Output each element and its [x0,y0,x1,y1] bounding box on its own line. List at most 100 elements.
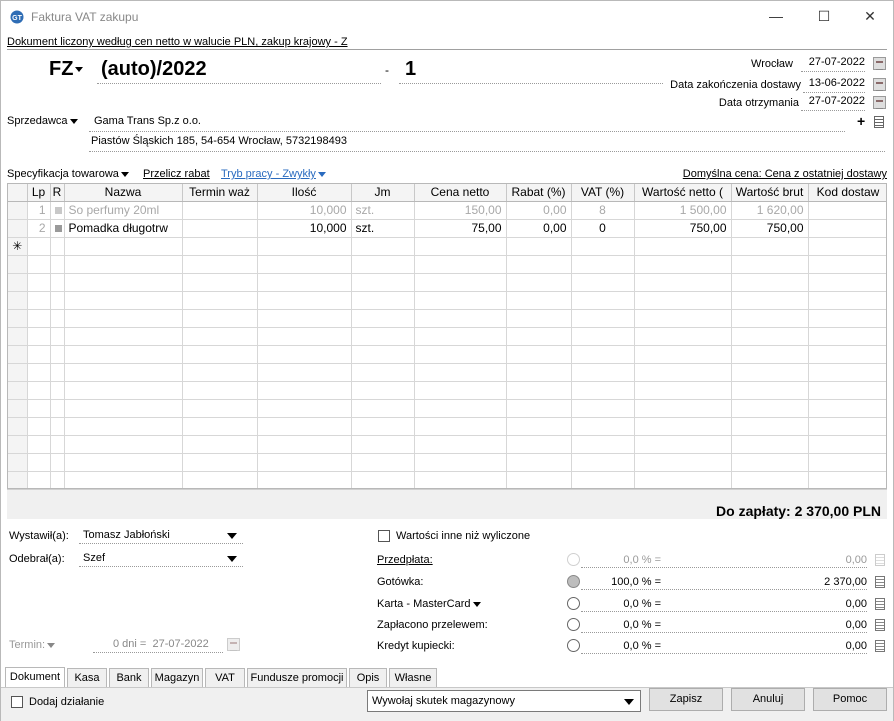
other-values-checkbox[interactable] [378,530,390,542]
column-header-name[interactable]: Nazwa [64,184,183,202]
items-grid[interactable]: Lp R Nazwa Termin waż Ilość Jm Cena nett… [7,183,887,489]
cash-label: Gotówka: [377,576,424,588]
tab-document[interactable]: Dokument [5,667,65,687]
calendar-icon [227,638,240,651]
cancel-button[interactable]: Anuluj [731,688,805,711]
delivery-date-label: Data zakończenia dostawy [670,79,801,91]
calculator-icon [875,554,885,566]
close-button[interactable]: ✕ [847,1,893,32]
save-button[interactable]: Zapisz [649,688,723,711]
trade-credit-value[interactable]: 0,00 [781,640,867,652]
new-row-icon: ✳ [8,237,28,256]
window-title: Faktura VAT zakupu [31,10,139,24]
title-bar: GT Faktura VAT zakupu — ☐ ✕ [1,1,893,33]
transfer-label: Zapłacono przelewem: [377,619,488,631]
received-date-label: Data otrzymania [718,97,799,109]
transfer-radio[interactable] [567,618,580,631]
column-header-lp[interactable]: Lp [27,184,51,202]
column-header-discount[interactable]: Rabat (%) [506,184,572,202]
chevron-down-icon [227,556,237,562]
calculator-icon[interactable] [875,598,885,610]
column-header-r[interactable]: R [50,184,65,202]
seller-dropdown[interactable]: Sprzedawca [7,115,78,127]
tab-vat[interactable]: VAT [205,668,245,687]
amount-due: Do zapłaty: 2 370,00 PLN [716,503,881,519]
recalc-discount-link[interactable]: Przelicz rabat [143,168,210,180]
number-suffix-field[interactable]: 1 [399,58,663,84]
received-by-combo[interactable]: Szef [79,549,243,567]
prepayment-label[interactable]: Przedpłata: [377,554,433,566]
tab-description[interactable]: Opis [349,668,387,687]
other-values-label: Wartości inne niż wyliczone [396,530,531,542]
column-header-net-price[interactable]: Cena netto [414,184,507,202]
chevron-down-icon [120,171,129,177]
column-header-vat[interactable]: VAT (%) [571,184,635,202]
card-value[interactable]: 0,00 [781,598,867,610]
invoice-window: GT Faktura VAT zakupu — ☐ ✕ Dokument lic… [0,0,894,721]
document-number-field[interactable]: (auto)/2022 [97,58,381,84]
add-action-label: Dodaj działanie [29,696,105,708]
column-header-delivery-code[interactable]: Kod dostaw [808,184,886,202]
cash-value[interactable]: 2 370,00 [781,576,867,588]
card-dropdown[interactable]: Karta - MasterCard [377,598,481,610]
column-header-net-value[interactable]: Wartość netto ( [634,184,732,202]
calculator-icon[interactable] [875,576,885,588]
new-row[interactable]: ✳ [8,237,886,256]
series-dropdown[interactable]: FZ [49,58,84,81]
transfer-value[interactable]: 0,00 [781,619,867,631]
table-row[interactable]: 2 Pomadka długotrw 10,000 szt. 75,00 0,0… [8,219,886,238]
chevron-down-icon [472,601,481,607]
chevron-down-icon [75,67,84,73]
document-info: Dokument liczony według cen netto w walu… [7,36,348,48]
received-by-label: Odebrał(a): [9,553,65,565]
tab-custom[interactable]: Własne [389,668,437,687]
help-button[interactable]: Pomoc [813,688,887,711]
chevron-down-icon [69,118,78,124]
calculator-icon[interactable] [875,640,885,652]
chevron-down-icon [47,642,56,648]
tab-bank[interactable]: Bank [109,668,149,687]
default-price-link[interactable]: Domyślna cena: Cena z ostatniej dostawy [651,168,887,180]
add-action-checkbox[interactable] [11,696,23,708]
chevron-down-icon [227,533,237,539]
column-header-select[interactable] [8,184,28,202]
calendar-icon[interactable] [873,78,886,91]
issued-by-combo[interactable]: Tomasz Jabłoński [79,526,243,544]
lower-panel: Wystawił(a): Tomasz Jabłoński Odebrał(a)… [1,520,893,668]
total-bar: Do zapłaty: 2 370,00 PLN [7,489,887,519]
calendar-icon[interactable] [873,57,886,70]
row-status-icon [54,207,62,214]
add-seller-icon[interactable]: + [857,113,865,129]
column-header-gross-value[interactable]: Wartość brut [731,184,809,202]
column-header-expiry[interactable]: Termin waż [182,184,258,202]
delivery-date-field[interactable]: 13-06-2022 [803,77,865,93]
prepayment-radio [567,553,580,566]
received-date-field[interactable]: 27-07-2022 [801,95,865,111]
trade-credit-radio[interactable] [567,639,580,652]
tab-promo-funds[interactable]: Fundusze promocji [247,668,347,687]
column-header-qty[interactable]: Ilość [257,184,352,202]
table-row[interactable]: 1 So perfumy 20ml 10,000 szt. 150,00 0,0… [8,201,886,220]
place-date-field[interactable]: 27-07-2022 [801,56,865,72]
term-dropdown[interactable]: Termin: [9,639,56,651]
tab-warehouse[interactable]: Magazyn [151,668,203,687]
minimize-button[interactable]: — [753,1,799,32]
trade-credit-label: Kredyt kupiecki: [377,640,455,652]
number-dash: - [385,63,389,77]
seller-list-icon[interactable] [874,116,884,128]
issued-by-label: Wystawił(a): [9,530,69,542]
maximize-button[interactable]: ☐ [801,1,847,32]
prepayment-value: 0,00 [845,554,867,566]
column-header-unit[interactable]: Jm [351,184,415,202]
tab-cash[interactable]: Kasa [67,668,107,687]
calendar-icon[interactable] [873,96,886,109]
cash-radio[interactable] [567,575,580,588]
term-field: 0 dni = 27-07-2022 [93,636,223,653]
calculator-icon[interactable] [875,619,885,631]
work-mode-link[interactable]: Tryb pracy - Zwykły [221,168,326,180]
spec-dropdown[interactable]: Specyfikacja towarowa [7,168,129,180]
seller-address-field: Piastów Śląskich 185, 54-654 Wrocław, 57… [89,135,885,152]
seller-name-field[interactable]: Gama Trans Sp.z o.o. [89,115,845,132]
card-radio[interactable] [567,597,580,610]
warehouse-effect-select[interactable]: Wywołaj skutek magazynowy [367,690,641,712]
